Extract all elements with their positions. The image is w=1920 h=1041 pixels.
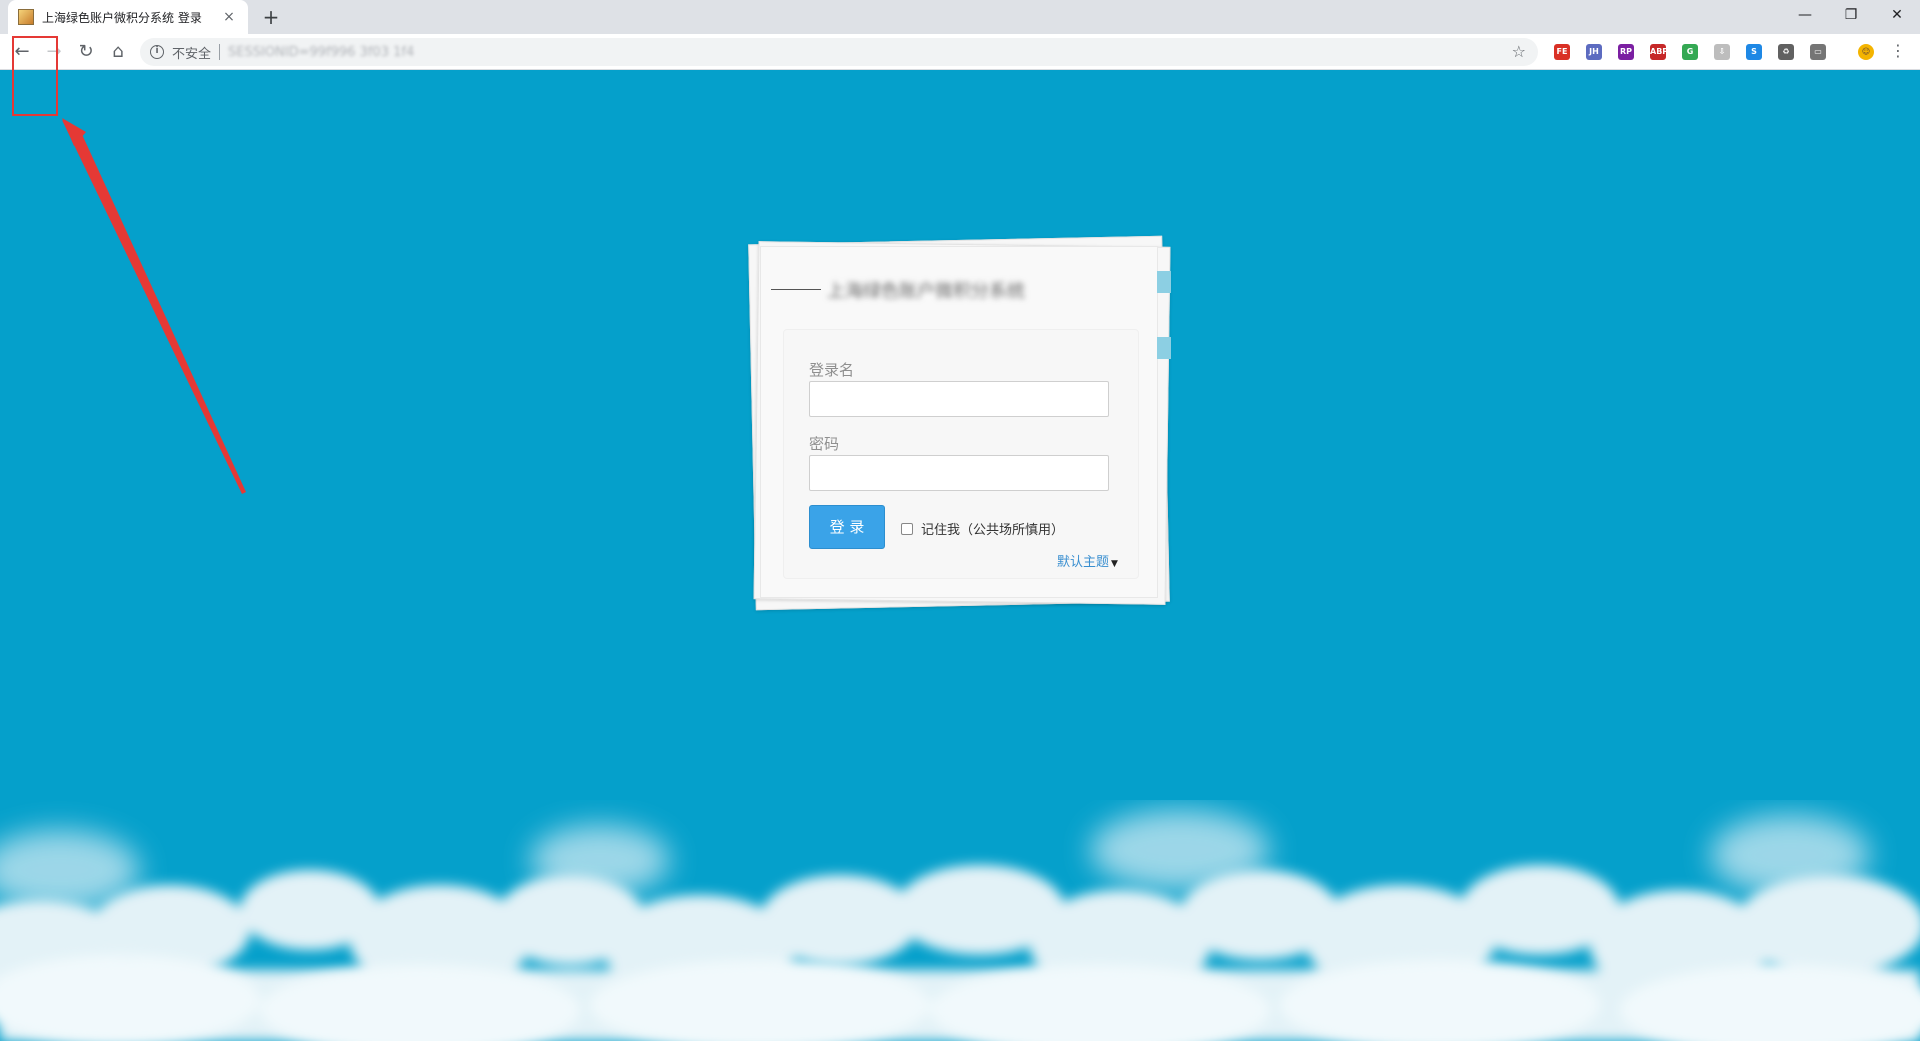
new-tab-button[interactable]: +: [258, 4, 284, 30]
jh-extension-icon[interactable]: JH: [1586, 44, 1602, 60]
recycle-extension-icon[interactable]: ♻: [1778, 44, 1794, 60]
card-tab-marker: [1157, 337, 1171, 359]
caret-down-icon[interactable]: ▼: [1111, 559, 1118, 569]
cloud-background: [0, 810, 1920, 1041]
download-extension-icon[interactable]: ⇩: [1714, 44, 1730, 60]
username-label: 登录名: [809, 361, 855, 379]
title-rule: [771, 289, 821, 290]
login-button[interactable]: 登 录: [809, 505, 885, 549]
theme-selector[interactable]: 默认主题 ▼: [1057, 551, 1118, 570]
url-text[interactable]: SESSIONID=99f996 3f03 1f4: [228, 45, 1538, 60]
profile-avatar-icon[interactable]: ☺: [1858, 44, 1874, 60]
card-tab-marker: [1157, 271, 1171, 293]
mirror-extension-icon[interactable]: ▭: [1810, 44, 1826, 60]
adblock-extension-icon[interactable]: ABP: [1650, 44, 1668, 60]
browser-toolbar: ← → ↻ ⌂ i 不安全 SESSIONID=99f996 3f03 1f4 …: [0, 34, 1920, 70]
remember-label[interactable]: 记住我（公共场所慎用）: [921, 519, 1064, 538]
close-window-button[interactable]: ✕: [1874, 0, 1920, 30]
tab-strip: 上海绿色账户微积分系统 登录 × + — ❐ ✕: [0, 0, 1920, 34]
minimize-button[interactable]: —: [1782, 0, 1828, 30]
login-card: 上海绿色账户微积分系统 登录名 密码 登 录 记住我（公共场所慎用） 默认主题 ▼: [760, 246, 1171, 598]
theme-label[interactable]: 默认主题: [1057, 555, 1109, 570]
login-title: 上海绿色账户微积分系统: [827, 281, 1025, 299]
remember-checkbox[interactable]: [901, 522, 913, 535]
browser-menu-icon[interactable]: ⋮: [1890, 41, 1906, 60]
address-bar[interactable]: i 不安全 SESSIONID=99f996 3f03 1f4 ☆: [140, 38, 1538, 66]
fe-extension-icon[interactable]: FE: [1554, 44, 1570, 60]
search-extension-icon[interactable]: S: [1746, 44, 1762, 60]
username-input[interactable]: [809, 381, 1109, 417]
restore-button[interactable]: ❐: [1828, 0, 1874, 30]
bookmark-star-icon[interactable]: ☆: [1512, 42, 1526, 61]
password-label: 密码: [809, 435, 840, 453]
password-input[interactable]: [809, 455, 1109, 491]
annotation-arrow: [62, 118, 246, 494]
remember-me[interactable]: 记住我（公共场所慎用）: [901, 519, 1064, 538]
rp-extension-icon[interactable]: RP: [1618, 44, 1634, 60]
google-extension-icon[interactable]: G: [1682, 44, 1698, 60]
